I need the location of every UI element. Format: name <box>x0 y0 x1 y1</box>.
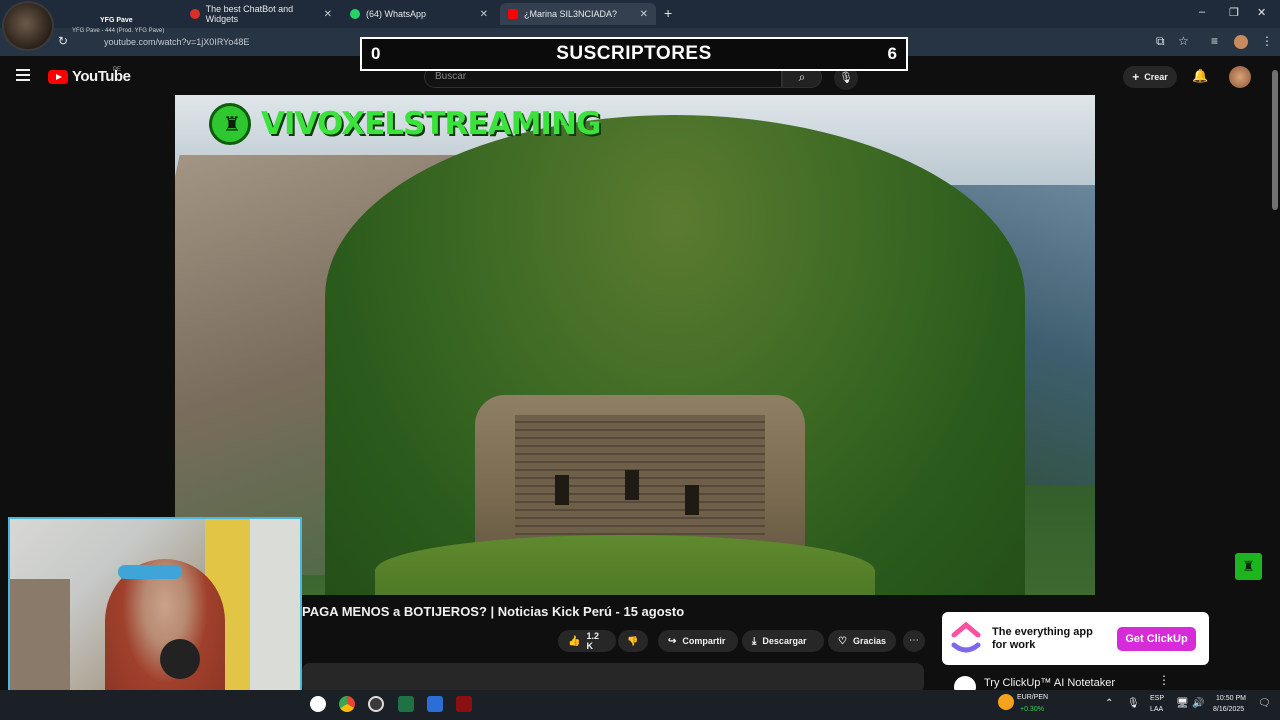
webcam-overlay <box>8 517 302 713</box>
kick-logo-icon <box>209 103 251 145</box>
thanks-icon: ♡ <box>838 635 847 647</box>
new-tab-icon[interactable]: + <box>664 5 672 21</box>
streamer-name: YFG Pave <box>100 17 133 24</box>
youtube-play-icon <box>48 69 68 84</box>
tab-label: The best ChatBot and Widgets <box>205 4 294 24</box>
clock-time[interactable]: 10:50 PM <box>1216 695 1246 702</box>
tab-youtube-video[interactable]: ¿Marina SIL3NCIADA? ✕ <box>500 3 656 25</box>
subscriber-count-right: 6 <box>887 44 897 63</box>
more-actions-icon[interactable]: ⋯ <box>903 630 925 652</box>
install-app-icon[interactable]: ⧉ <box>1156 34 1165 49</box>
video-player[interactable] <box>175 95 1095 595</box>
youtube-favicon-icon <box>508 9 518 19</box>
ruin-doorway <box>555 475 569 505</box>
ticker-change: +0.30% <box>1020 706 1044 713</box>
ticker-name: EUR/PEN <box>1017 694 1049 701</box>
thumbs-up-icon: 👍 <box>568 635 581 647</box>
music-app-icon[interactable] <box>310 696 326 712</box>
description-box[interactable] <box>302 663 924 693</box>
webcam-door <box>250 519 300 711</box>
share-label: Compartir <box>682 636 726 646</box>
tab-label: (64) WhatsApp <box>366 9 427 19</box>
notifications-bell-icon[interactable]: 🔔 <box>1192 68 1208 84</box>
microphone-tray-icon[interactable]: 🎙 <box>1127 698 1140 709</box>
streamer-badge: YFG Pave YFG Pave - 444 (Prod. YFG Pave) <box>0 0 170 52</box>
share-button[interactable]: ↪ Compartir <box>658 630 738 652</box>
browser-menu-icon[interactable]: ⋮ <box>1261 34 1273 48</box>
streamer-subtitle: YFG Pave - 444 (Prod. YFG Pave) <box>72 28 165 34</box>
kick-overlay-icon: ♜ <box>1235 553 1262 580</box>
video-title: PAGA MENOS a BOTIJEROS? | Noticias Kick … <box>302 604 685 619</box>
webcam-microphone <box>160 639 200 679</box>
excel-icon[interactable] <box>398 696 414 712</box>
clock-date[interactable]: 8/16/2025 <box>1213 706 1244 713</box>
notifications-icon[interactable]: 🗨 <box>1258 698 1271 709</box>
youtube-logo-text: YouTube <box>72 68 131 85</box>
thanks-label: Gracias <box>852 636 886 646</box>
dislike-button[interactable]: 👎 <box>618 630 648 652</box>
close-window-icon[interactable]: ✕ <box>1257 6 1266 19</box>
clickup-logo-icon <box>951 621 981 653</box>
network-icon[interactable]: 🖥 <box>1176 698 1189 709</box>
ad-headline: The everything app for work <box>992 626 1093 651</box>
share-icon: ↪ <box>668 635 677 647</box>
app-icon[interactable] <box>427 696 443 712</box>
obs-icon[interactable] <box>368 696 384 712</box>
tab-label: ¿Marina SIL3NCIADA? <box>524 9 618 19</box>
bookmark-star-icon[interactable]: ☆ <box>1178 34 1189 48</box>
windows-taskbar <box>0 690 1280 720</box>
chatbot-favicon-icon <box>190 9 200 19</box>
close-icon[interactable]: ✕ <box>480 9 488 20</box>
ruin-doorway <box>685 485 699 515</box>
tab-whatsapp[interactable]: (64) WhatsApp ✕ <box>342 3 496 25</box>
download-label: Descargar <box>762 636 807 646</box>
whatsapp-icon <box>350 9 360 19</box>
plus-icon: + <box>1132 70 1140 84</box>
download-icon: ⤓ <box>752 635 757 647</box>
volume-icon[interactable]: 🔊 <box>1192 698 1204 709</box>
media-control-icon[interactable]: ≡ <box>1211 34 1218 48</box>
ad-more-icon[interactable]: ⋮ <box>1158 673 1170 687</box>
create-button[interactable]: + Crear <box>1123 66 1177 88</box>
profile-avatar[interactable] <box>1234 35 1248 49</box>
input-layout[interactable]: LAA <box>1150 706 1163 713</box>
hamburger-menu-icon[interactable] <box>16 69 30 81</box>
create-label: Crear <box>1144 72 1168 82</box>
subscriber-counter-overlay: 0 SUSCRIPTORES 6 <box>360 37 908 71</box>
thanks-button[interactable]: ♡ Gracias <box>828 630 896 652</box>
streamer-avatar <box>2 1 54 51</box>
chrome-icon[interactable] <box>339 696 355 712</box>
ad-row-title[interactable]: Try ClickUp™ AI Notetaker <box>984 677 1115 689</box>
chevron-up-icon[interactable]: ⌃ <box>1105 698 1113 709</box>
minimize-icon[interactable]: – <box>1199 6 1205 18</box>
subscriber-count-left: 0 <box>371 44 381 63</box>
download-button[interactable]: ⤓ Descargar <box>742 630 824 652</box>
input-language[interactable]: ESP <box>1150 695 1164 702</box>
subscriber-label: SUSCRIPTORES <box>556 43 712 64</box>
scrollbar-thumb[interactable] <box>1272 70 1278 210</box>
get-clickup-button[interactable]: Get ClickUp <box>1117 627 1196 651</box>
close-icon[interactable]: ✕ <box>324 9 332 20</box>
like-count: 1.2 K <box>586 631 599 651</box>
ticker-icon <box>998 694 1014 710</box>
thumbs-down-icon: 👎 <box>627 635 639 646</box>
like-button[interactable]: 👍 1.2 K <box>558 630 616 652</box>
channel-watermark-text: VIVOXELSTREAMING <box>261 106 601 142</box>
maximize-icon[interactable]: ❐ <box>1229 6 1239 19</box>
tab-chatbot[interactable]: The best ChatBot and Widgets ✕ <box>182 3 340 25</box>
account-avatar[interactable] <box>1229 66 1251 88</box>
country-code: PE <box>113 67 122 73</box>
close-icon[interactable]: ✕ <box>640 9 648 20</box>
webcam-headband <box>118 565 182 579</box>
ruin-doorway <box>625 470 639 500</box>
app-red-icon[interactable] <box>456 696 472 712</box>
channel-watermark: VIVOXELSTREAMING <box>209 103 601 145</box>
